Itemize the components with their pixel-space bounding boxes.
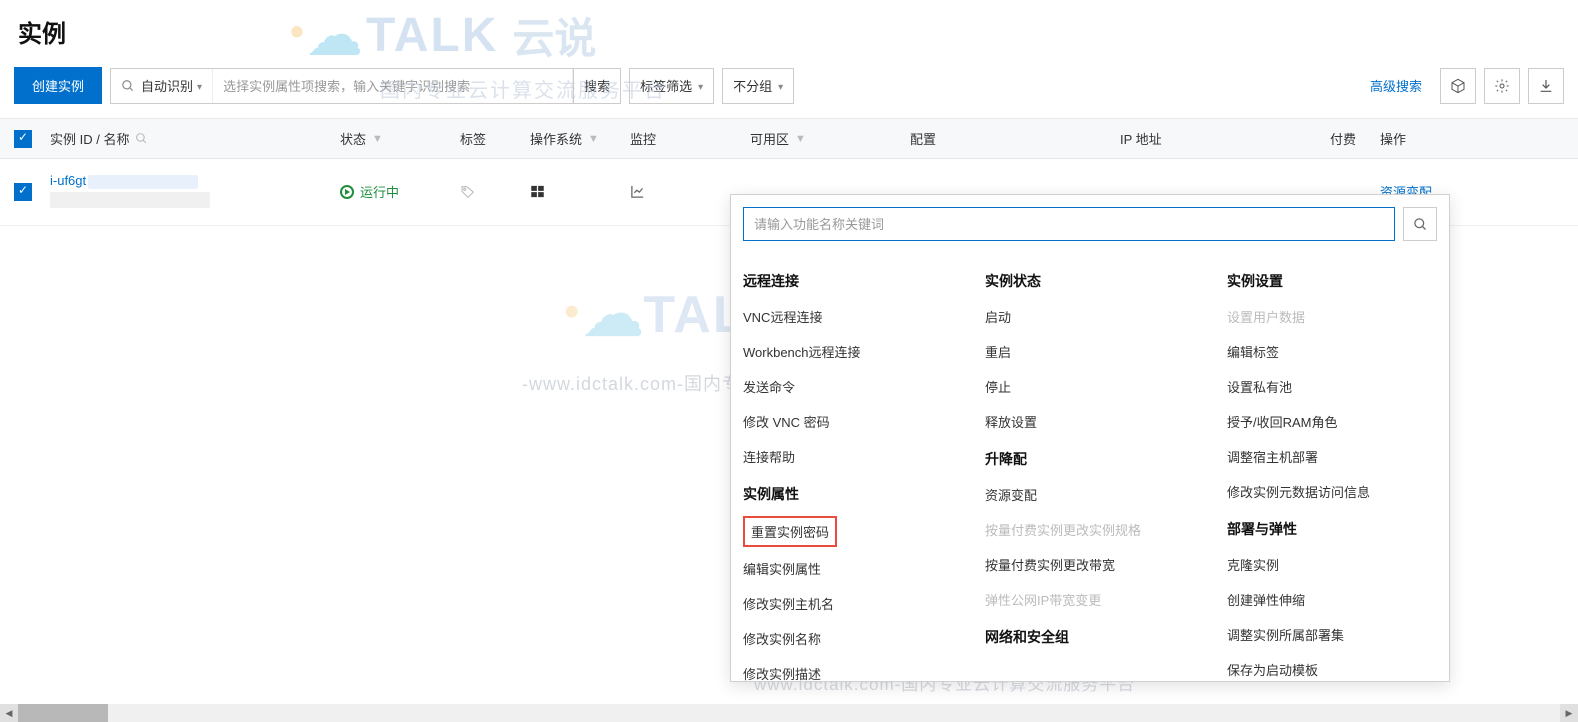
- cube-icon-button[interactable]: [1440, 68, 1476, 104]
- panel-item[interactable]: 重启: [985, 334, 1199, 369]
- chevron-down-icon: [193, 78, 202, 93]
- panel-item-disabled: 按量付费实例更改实例规格: [985, 512, 1199, 547]
- search-icon: [121, 79, 135, 93]
- panel-item[interactable]: 修改实例元数据访问信息: [1227, 474, 1441, 509]
- panel-col-2: 实例状态 启动 重启 停止 释放设置 升降配 资源变配 按量付费实例更改实例规格…: [985, 261, 1199, 671]
- group-select-dropdown[interactable]: 不分组: [722, 68, 794, 104]
- auto-detect-label: 自动识别: [141, 76, 193, 95]
- search-placeholder: 选择实例属性项搜索，输入关键字识别搜索: [223, 76, 470, 95]
- chevron-down-icon: [772, 78, 783, 93]
- cell-status: 运行中: [340, 182, 460, 201]
- col-ip: IP 地址: [1120, 129, 1330, 148]
- panel-group-title: 实例属性: [743, 474, 957, 512]
- panel-group-title: 升降配: [985, 439, 1199, 477]
- advanced-search-link[interactable]: 高级搜索: [1360, 76, 1432, 95]
- redacted: [50, 192, 210, 208]
- filter-icon[interactable]: ▼: [795, 133, 806, 145]
- panel-item[interactable]: 资源变配: [985, 477, 1199, 512]
- panel-item[interactable]: 修改实例主机名: [743, 586, 957, 621]
- panel-item[interactable]: 释放设置: [985, 404, 1199, 439]
- col-tag: 标签: [460, 129, 530, 148]
- panel-item[interactable]: 克隆实例: [1227, 547, 1441, 582]
- panel-item[interactable]: VNC远程连接: [743, 299, 957, 334]
- group-select-label: 不分组: [733, 76, 772, 95]
- panel-col-3: 实例设置 设置用户数据 编辑标签 设置私有池 授予/收回RAM角色 调整宿主机部…: [1227, 261, 1441, 671]
- panel-item[interactable]: 按量付费实例更改带宽: [985, 547, 1199, 582]
- panel-item[interactable]: 保存为启动模板: [1227, 652, 1441, 681]
- panel-item[interactable]: 编辑实例属性: [743, 551, 957, 586]
- select-all-checkbox[interactable]: [14, 130, 32, 148]
- auto-detect-dropdown[interactable]: 自动识别: [111, 69, 213, 103]
- panel-item[interactable]: 授予/收回RAM角色: [1227, 404, 1441, 439]
- panel-item-disabled: 设置用户数据: [1227, 299, 1441, 334]
- instance-id-link[interactable]: i-uf6gt: [50, 173, 86, 188]
- scroll-thumb[interactable]: [18, 704, 108, 722]
- panel-item[interactable]: 调整实例所属部署集: [1227, 617, 1441, 652]
- cell-id: i-uf6gt: [50, 173, 340, 211]
- panel-item[interactable]: 修改 VNC 密码: [743, 404, 957, 439]
- status-text: 运行中: [360, 182, 399, 201]
- filter-icon[interactable]: ▼: [588, 133, 599, 145]
- panel-item[interactable]: 设置私有池: [1227, 369, 1441, 404]
- gear-icon-button[interactable]: [1484, 68, 1520, 104]
- scroll-right-button[interactable]: ▶: [1560, 704, 1578, 722]
- panel-item-reset-password[interactable]: 重置实例密码: [743, 516, 837, 547]
- toolbar: 创建实例 自动识别 选择实例属性项搜索，输入关键字识别搜索 搜索 标签筛选 不分…: [0, 61, 1578, 118]
- col-mon: 监控: [630, 129, 750, 148]
- panel-search-button[interactable]: [1403, 207, 1437, 241]
- windows-icon: [530, 184, 545, 199]
- panel-col-1: 远程连接 VNC远程连接 Workbench远程连接 发送命令 修改 VNC 密…: [743, 261, 957, 671]
- search-group: 自动识别 选择实例属性项搜索，输入关键字识别搜索 搜索: [110, 68, 621, 104]
- chart-icon[interactable]: [630, 184, 645, 199]
- panel-item[interactable]: 编辑标签: [1227, 334, 1441, 369]
- tag-icon[interactable]: [460, 184, 476, 200]
- col-os: 操作系统▼: [530, 129, 630, 148]
- redacted: [88, 175, 198, 189]
- panel-item[interactable]: 停止: [985, 369, 1199, 404]
- play-icon: [340, 185, 354, 199]
- action-panel: 远程连接 VNC远程连接 Workbench远程连接 发送命令 修改 VNC 密…: [730, 194, 1450, 682]
- col-act: 操作: [1380, 129, 1564, 148]
- cell-os: [530, 184, 630, 199]
- table-header: 实例 ID / 名称 状态▼ 标签 操作系统▼ 监控 可用区▼ 配置 IP 地址…: [0, 118, 1578, 159]
- download-icon-button[interactable]: [1528, 68, 1564, 104]
- page-title: 实例: [0, 0, 1578, 61]
- panel-item-disabled: 弹性公网IP带宽变更: [985, 582, 1199, 617]
- panel-group-title: 网络和安全组: [985, 617, 1199, 655]
- panel-body[interactable]: 远程连接 VNC远程连接 Workbench远程连接 发送命令 修改 VNC 密…: [731, 251, 1449, 681]
- row-checkbox[interactable]: [14, 183, 32, 201]
- col-id: 实例 ID / 名称: [50, 129, 340, 148]
- col-pay: 付费: [1330, 129, 1380, 148]
- panel-group-title: 实例状态: [985, 261, 1199, 299]
- panel-group-title: 远程连接: [743, 261, 957, 299]
- panel-item[interactable]: 启动: [985, 299, 1199, 334]
- panel-item[interactable]: Workbench远程连接: [743, 334, 957, 369]
- tag-filter-label: 标签筛选: [640, 76, 692, 95]
- panel-search-input[interactable]: [743, 207, 1395, 241]
- tag-filter-dropdown[interactable]: 标签筛选: [629, 68, 714, 104]
- col-status: 状态▼: [340, 129, 460, 148]
- col-cfg: 配置: [910, 129, 1120, 148]
- panel-item[interactable]: 修改实例名称: [743, 621, 957, 656]
- search-icon[interactable]: [135, 132, 148, 145]
- cell-tag: [460, 184, 530, 200]
- panel-item[interactable]: 修改实例描述: [743, 656, 957, 681]
- search-button[interactable]: 搜索: [573, 69, 620, 103]
- create-instance-button[interactable]: 创建实例: [14, 67, 102, 104]
- panel-item[interactable]: 调整宿主机部署: [1227, 439, 1441, 474]
- panel-group-title: 部署与弹性: [1227, 509, 1441, 547]
- panel-group-title: 实例设置: [1227, 261, 1441, 299]
- scroll-left-button[interactable]: ◀: [0, 704, 18, 722]
- panel-item[interactable]: 创建弹性伸缩: [1227, 582, 1441, 617]
- panel-item[interactable]: 发送命令: [743, 369, 957, 404]
- filter-icon[interactable]: ▼: [372, 133, 383, 145]
- col-zone: 可用区▼: [750, 129, 910, 148]
- search-input-wrap[interactable]: 选择实例属性项搜索，输入关键字识别搜索: [213, 69, 573, 103]
- horizontal-scrollbar[interactable]: ◀ ▶: [0, 704, 1578, 722]
- panel-item[interactable]: 连接帮助: [743, 439, 957, 474]
- chevron-down-icon: [692, 78, 703, 93]
